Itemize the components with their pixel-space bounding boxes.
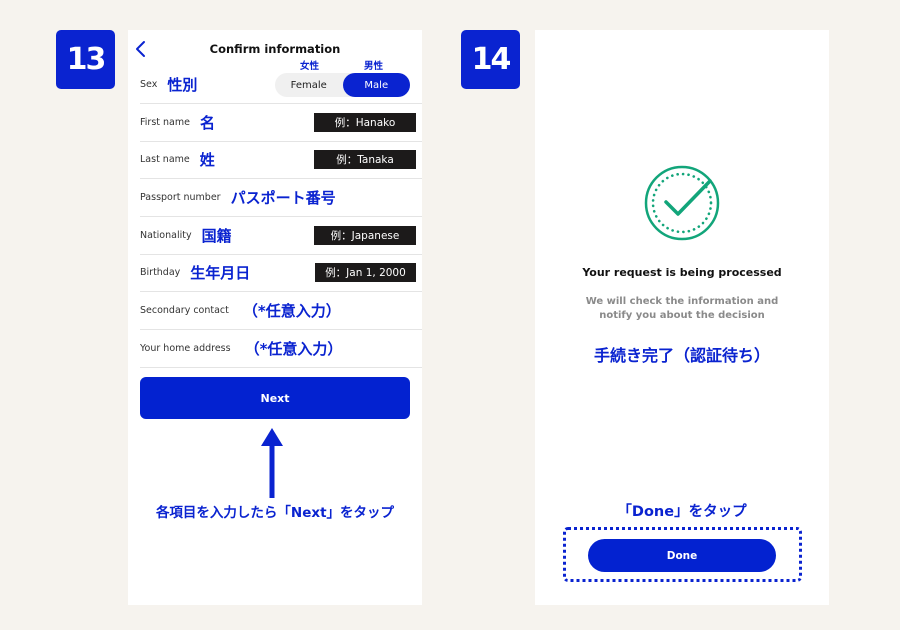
field-label: Passport number — [140, 192, 221, 203]
status-description-line-1: We will check the information and — [585, 296, 779, 307]
nationality-field[interactable]: Nationality 国籍 例：Japanese — [140, 217, 422, 255]
example-value: 例：Hanako — [314, 113, 416, 132]
status-description: We will check the information and notify… — [535, 295, 829, 323]
field-label: Nationality — [140, 230, 192, 241]
status-jp-annotation: 手続き完了（認証待ち） — [593, 346, 770, 365]
field-label: Last name — [140, 154, 190, 165]
passport-number-field[interactable]: Passport number パスポート番号 — [140, 179, 422, 217]
birthday-field[interactable]: Birthday 生年月日 例：Jan 1, 2000 — [140, 254, 422, 292]
field-jp-label: 国籍 — [201, 227, 232, 245]
instruction-text: 「Done」をタップ — [617, 504, 747, 520]
request-processing-screen: Your request is being processed We will … — [535, 30, 829, 605]
field-label: Secondary contact — [140, 305, 229, 316]
field-label: Your home address — [140, 343, 231, 354]
done-button[interactable]: Done — [588, 539, 776, 572]
screen-title: Confirm information — [209, 42, 341, 56]
first-name-field[interactable]: First name 名 例：Hanako — [140, 104, 422, 142]
sex-segmented-control: Female Male — [275, 73, 410, 97]
female-option[interactable]: Female — [275, 73, 343, 97]
status-title: Your request is being processed — [582, 266, 782, 279]
field-jp-label: パスポート番号 — [230, 189, 336, 207]
sex-jp-label: 性別 — [167, 76, 198, 94]
secondary-contact-field[interactable]: Secondary contact （*任意入力） — [140, 292, 422, 330]
step-13-badge: 13 — [56, 30, 115, 89]
field-jp-label: 姓 — [199, 151, 215, 169]
step-14-badge: 14 — [461, 30, 520, 89]
check-circle-icon — [644, 165, 720, 241]
instruction-text: 各項目を入力したら「Next」をタップ — [155, 505, 395, 521]
example-value: 例：Japanese — [314, 226, 416, 245]
last-name-field[interactable]: Last name 姓 例：Tanaka — [140, 141, 422, 179]
sex-label: Sex — [140, 79, 158, 90]
field-jp-label: 名 — [199, 114, 215, 132]
field-label: First name — [140, 117, 190, 128]
example-value: 例：Jan 1, 2000 — [315, 263, 416, 282]
field-jp-label: 生年月日 — [190, 264, 251, 282]
field-jp-label: （*任意入力） — [242, 302, 341, 320]
confirm-information-screen: Confirm information 女性 男性 Sex 性別 Female … — [128, 30, 422, 605]
status-description-line-2: notify you about the decision — [599, 310, 765, 321]
field-jp-label: （*任意入力） — [244, 340, 343, 358]
example-value: 例：Tanaka — [314, 150, 416, 169]
home-address-field[interactable]: Your home address （*任意入力） — [140, 330, 422, 368]
male-option[interactable]: Male — [342, 73, 410, 97]
field-label: Birthday — [140, 267, 181, 278]
next-button[interactable]: Next — [140, 377, 410, 419]
arrow-up-icon — [261, 428, 283, 498]
